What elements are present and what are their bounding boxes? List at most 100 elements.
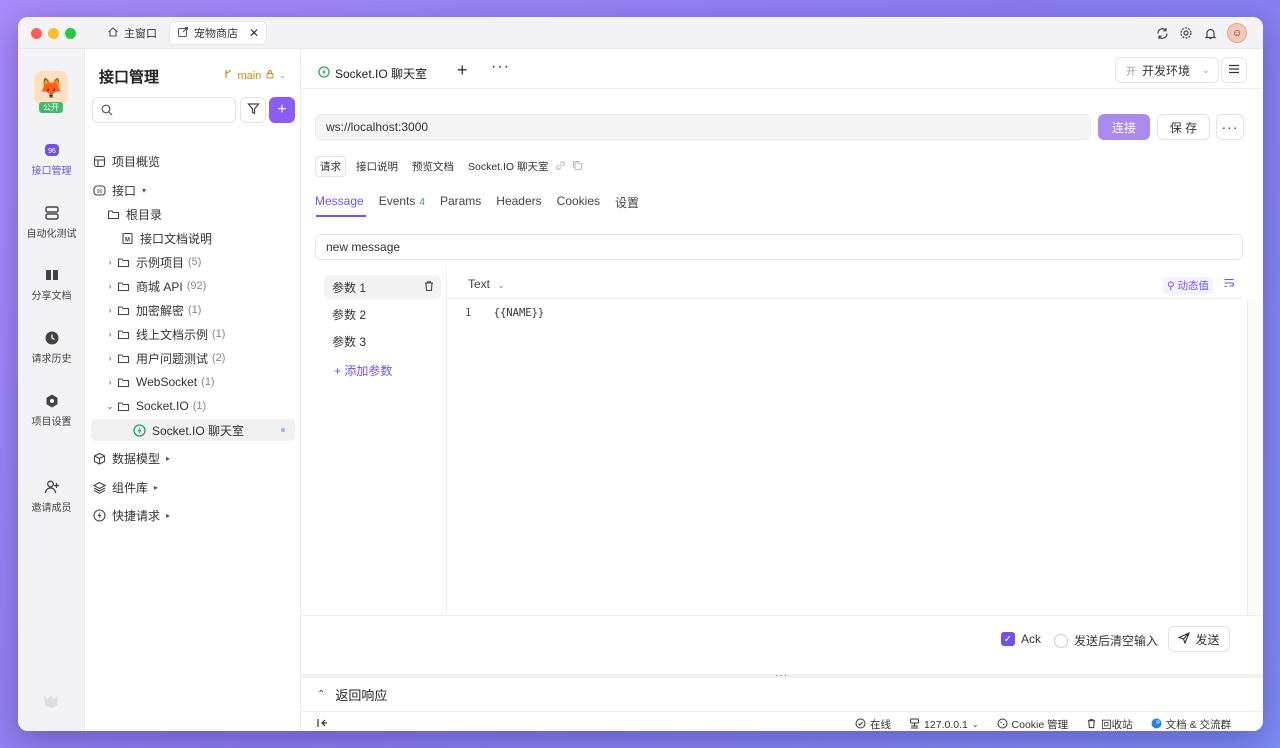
rail-item-history[interactable]: 请求历史 [18,330,85,365]
send-button[interactable]: 发送 [1168,626,1230,652]
tab-headers[interactable]: Headers [496,194,541,211]
more-actions-button[interactable]: ··· [1216,114,1244,140]
url-input[interactable]: ws://localhost:3000 [315,114,1091,140]
add-item-button[interactable]: + [269,97,295,123]
menu-button[interactable] [1221,57,1247,83]
caret-right-icon: ▸ [166,453,171,463]
rail-item-label: 项目设置 [31,417,72,428]
tab-cookies[interactable]: Cookies [557,194,600,211]
docs-community[interactable]: 文档 & 交流群 [1151,717,1231,731]
environment-selector[interactable]: 开 开发环境 ⌄ [1115,57,1219,83]
tab-params[interactable]: Params [440,194,481,211]
gear-icon[interactable] [1179,26,1193,40]
home-icon [107,26,119,41]
response-panel-header[interactable]: ⌃ 返回响应 [301,678,1263,712]
tree-item-apis[interactable]: 96 接口 ▾ [91,179,295,201]
clear-after-send-checkbox[interactable]: 发送后清空输入 [1054,632,1158,649]
tree-folder-shop-api[interactable]: › 商城 API (92) [91,275,295,297]
add-param-button[interactable]: + 添加参数 [334,362,392,379]
wrap-lines-icon[interactable] [1223,277,1235,292]
param-item[interactable]: 参数 1 [324,275,441,299]
rail-item-share-docs[interactable]: 分享文档 [18,267,85,302]
tree-item-socketio-chat[interactable]: Socket.IO 聊天室 [91,419,295,441]
tree-folder-online-docs[interactable]: › 线上文档示例 (1) [91,323,295,345]
tab-more-button[interactable]: ··· [491,58,510,76]
link-icon[interactable] [555,160,566,174]
tree-item-data-models[interactable]: 数据模型 ▸ [91,447,295,469]
subtab-api-doc[interactable]: 接口说明 [352,157,402,176]
branch-selector[interactable]: main ⌄ [223,69,286,82]
api-tab-socketio-chat[interactable]: Socket.IO 聊天室 [314,59,439,89]
collapse-sidebar-icon[interactable] [316,717,328,731]
ack-checkbox[interactable]: ✓ Ack [1001,632,1041,646]
subtab-preview[interactable]: 预览文档 [408,157,458,176]
param-item[interactable]: 参数 3 [324,329,441,353]
window-tab-home[interactable]: 主窗口 [100,22,164,44]
code-line[interactable]: 1 {{NAME}} [465,307,544,319]
rail-item-settings[interactable]: 项目设置 [18,393,85,428]
host-selector[interactable]: 127.0.0.1 ⌄ [909,718,979,732]
cookie-label: Cookie 管理 [1011,719,1069,731]
event-name-input[interactable]: new message [315,234,1243,260]
tree-item-quick-requests[interactable]: 快捷请求 ▸ [91,504,295,526]
recycle-bin[interactable]: 回收站 [1086,717,1133,731]
chevron-right-icon[interactable]: › [105,281,115,291]
chevron-right-icon[interactable]: › [105,353,115,363]
chevron-right-icon[interactable]: › [105,305,115,315]
trash-icon [1086,718,1097,732]
tab-label: 设置 [615,196,640,210]
rail-item-invite[interactable]: 邀请成员 [18,479,85,514]
tree-item-overview[interactable]: 项目概览 [91,150,295,172]
user-avatar[interactable]: ☺ [1227,23,1247,43]
sync-icon[interactable] [1155,26,1169,40]
branch-name: main [237,69,262,82]
minimize-window-button[interactable] [48,28,59,39]
tab-events[interactable]: Events 4 [379,194,425,211]
maximize-window-button[interactable] [65,28,76,39]
tree-item-doc-readme[interactable]: M 接口文档说明 [91,227,295,249]
tree-folder-user-issues[interactable]: › 用户问题测试 (2) [91,347,295,369]
trash-icon[interactable] [423,280,435,295]
tree-item-label: 示例项目 [136,255,185,270]
tree-item-root[interactable]: 根目录 [91,203,295,225]
tree-folder-crypto[interactable]: › 加密解密 (1) [91,299,295,321]
cookie-manager[interactable]: Cookie 管理 [997,717,1069,731]
code-text: {{NAME}} [493,307,545,319]
tab-message[interactable]: Message [315,194,364,211]
public-badge: 公开 [39,102,63,113]
body-type-selector[interactable]: Text ⌄ [468,277,505,291]
connect-button[interactable]: 连接 [1098,114,1150,140]
chevron-right-icon[interactable]: › [105,377,115,387]
tab-settings[interactable]: 设置 [615,194,639,211]
filter-button[interactable] [240,97,266,123]
editor-scrollbar[interactable] [1247,299,1259,615]
close-tab-icon[interactable]: ✕ [249,26,259,40]
online-status[interactable]: 在线 [855,717,891,731]
tree-item-label: WebSocket [136,375,198,389]
rail-item-automated-test[interactable]: 自动化测试 [18,205,85,240]
new-tab-button[interactable]: + [457,60,468,81]
close-window-button[interactable] [31,28,42,39]
chevron-right-icon[interactable]: › [105,329,115,339]
branch-icon [223,69,233,82]
tree-item-count: (1) [201,376,215,388]
save-button[interactable]: 保 存 [1157,114,1210,140]
sidebar-search-input[interactable] [92,97,236,123]
send-controls: ✓ Ack 发送后清空输入 发送 [301,615,1263,661]
tree-folder-websocket[interactable]: › WebSocket (1) [91,371,295,393]
chevron-down-icon[interactable]: ⌄ [105,401,115,412]
svg-text:96: 96 [96,189,102,195]
bell-icon[interactable] [1203,26,1217,40]
window-tab-project[interactable]: 宠物商店 ✕ [170,22,267,44]
chevron-right-icon[interactable]: › [105,257,115,267]
tree-folder-examples[interactable]: › 示例项目 (5) [91,251,295,273]
tree-folder-socketio[interactable]: ⌄ Socket.IO (1) [91,395,295,417]
subtab-request[interactable]: 请求 [315,156,346,177]
external-link-icon [177,26,189,41]
dynamic-value-button[interactable]: ⚲ 动态值 [1162,277,1213,294]
tree-item-components[interactable]: 组件库 ▸ [91,476,295,498]
param-item[interactable]: 参数 2 [324,302,441,326]
project-logo[interactable]: 🦊 [34,71,68,105]
rail-item-api-management[interactable]: 96 接口管理 [18,142,85,177]
copy-icon[interactable] [572,160,583,174]
